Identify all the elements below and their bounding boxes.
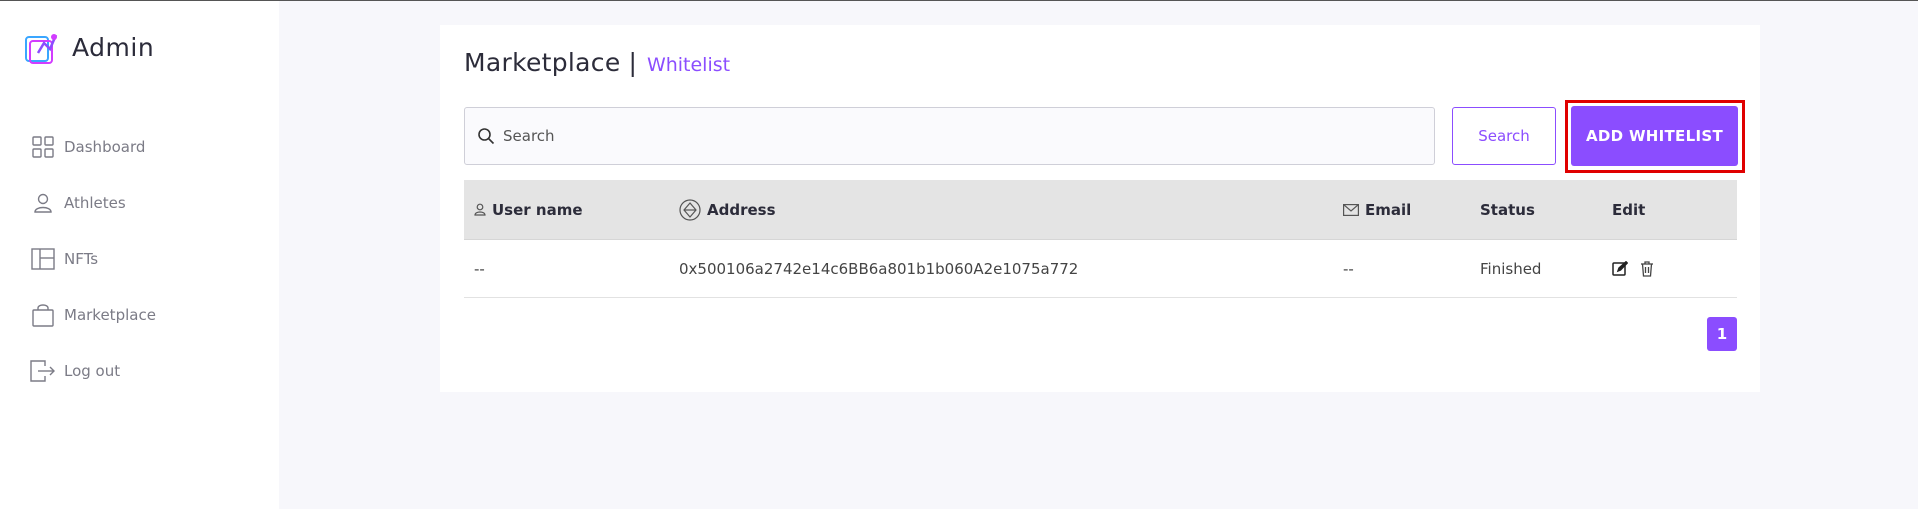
table-row: -- 0x500106a2742e14c6BB6a801b1b060A2e107… xyxy=(464,240,1737,298)
column-email: Email xyxy=(1343,201,1411,219)
column-label: Status xyxy=(1480,200,1535,219)
sidebar-item-label: Log out xyxy=(64,362,121,380)
search-field[interactable] xyxy=(464,107,1435,165)
sidebar-nav: Dashboard Athletes NFTs Marketplace Log … xyxy=(30,119,156,399)
page-subtitle: Whitelist xyxy=(646,54,731,76)
table-header: User name Address Email Status Edit xyxy=(464,180,1737,240)
whitelist-card: Marketplace | Whitelist Search ADD WHITE… xyxy=(440,25,1760,392)
edit-icon[interactable] xyxy=(1612,260,1628,277)
brand-logo-icon xyxy=(25,34,58,64)
sidebar-item-nfts[interactable]: NFTs xyxy=(30,231,156,287)
logout-icon xyxy=(30,358,56,384)
cell-username: -- xyxy=(474,259,485,278)
title-separator: | xyxy=(628,48,637,77)
sidebar: Admin Dashboard Athletes NFTs Marketplac… xyxy=(0,1,279,509)
page-title-main: Marketplace xyxy=(464,48,621,77)
trash-icon[interactable] xyxy=(1640,260,1654,277)
cell-email: -- xyxy=(1343,259,1354,278)
layout-icon xyxy=(30,246,56,272)
bag-icon xyxy=(30,302,56,328)
sidebar-item-label: Athletes xyxy=(64,194,126,212)
search-input[interactable] xyxy=(503,127,1403,145)
sidebar-item-label: Dashboard xyxy=(64,138,146,156)
whitelist-table: User name Address Email Status Edit -- 0… xyxy=(464,180,1737,298)
wallet-address-icon xyxy=(679,198,701,221)
mail-icon xyxy=(1343,203,1359,216)
sidebar-item-marketplace[interactable]: Marketplace xyxy=(30,287,156,343)
sidebar-item-label: Marketplace xyxy=(64,306,156,324)
column-edit: Edit xyxy=(1612,201,1645,219)
column-address: Address xyxy=(679,198,776,221)
search-icon xyxy=(478,128,495,145)
brand[interactable]: Admin xyxy=(24,29,154,65)
add-whitelist-button[interactable]: ADD WHITELIST xyxy=(1571,106,1738,166)
column-label: Address xyxy=(707,200,776,219)
search-button[interactable]: Search xyxy=(1452,107,1556,165)
user-icon xyxy=(30,190,56,216)
top-border xyxy=(0,0,1918,1)
cell-status: Finished xyxy=(1480,259,1542,278)
column-label: Email xyxy=(1365,200,1412,219)
sidebar-item-dashboard[interactable]: Dashboard xyxy=(30,119,156,175)
cell-address: 0x500106a2742e14c6BB6a801b1b060A2e1075a7… xyxy=(679,259,1079,278)
user-icon xyxy=(474,203,486,216)
pagination-page-button[interactable]: 1 xyxy=(1707,317,1737,351)
cell-actions xyxy=(1612,260,1654,277)
page-title: Marketplace | Whitelist xyxy=(464,48,730,77)
column-username: User name xyxy=(474,201,583,219)
sidebar-item-logout[interactable]: Log out xyxy=(30,343,156,399)
grid-icon xyxy=(30,134,56,160)
sidebar-item-athletes[interactable]: Athletes xyxy=(30,175,156,231)
sidebar-item-label: NFTs xyxy=(64,250,99,268)
brand-name: Admin xyxy=(72,32,155,62)
column-label: User name xyxy=(492,200,583,219)
column-label: Edit xyxy=(1612,200,1646,219)
column-status: Status xyxy=(1480,201,1535,219)
